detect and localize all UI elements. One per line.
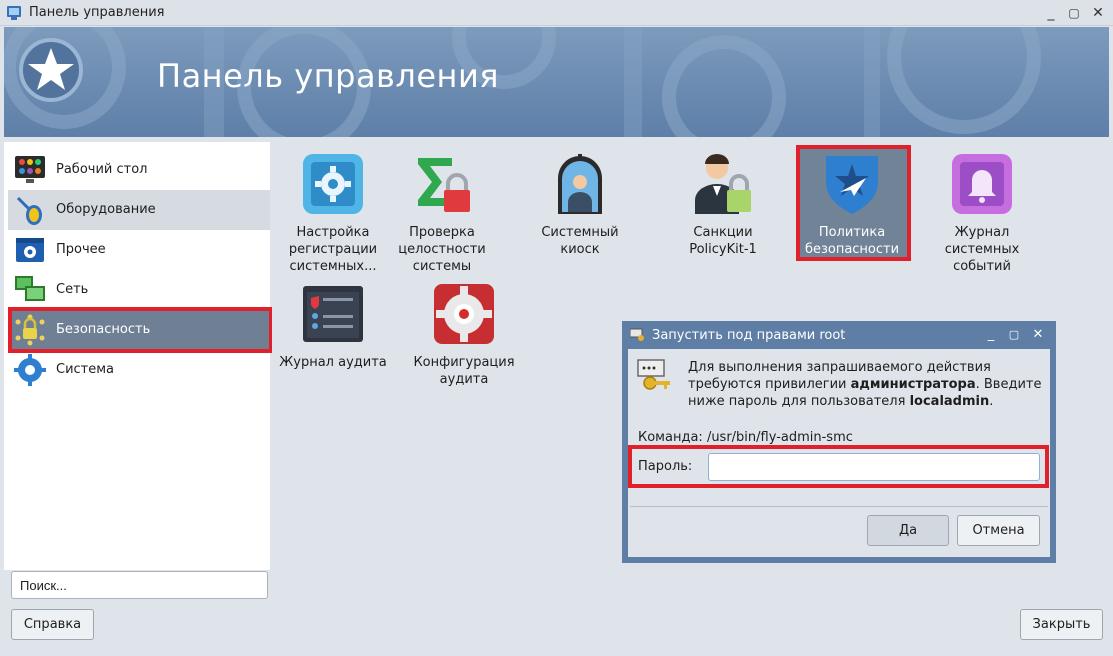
tile-system-events-log[interactable]: Журнал системных событий: [927, 146, 1037, 276]
dialog-separator: [630, 506, 1048, 507]
tile-label: Конфигурация аудита: [413, 355, 515, 387]
close-window-button[interactable]: ✕: [1088, 3, 1108, 23]
tile-audit-config[interactable]: Конфигурация аудита: [409, 276, 519, 388]
dialog-close-button[interactable]: ✕: [1029, 326, 1047, 344]
tile-security-policy[interactable]: Политика безопасности: [797, 146, 907, 276]
sidebar-item-label: Оборудование: [56, 202, 156, 217]
settings-window-icon: [16, 238, 44, 262]
dialog-titlebar: Запустить под правами root _ ▢ ✕: [622, 321, 1056, 349]
tile-system-kiosk[interactable]: Системный киоск: [525, 146, 635, 276]
header-banner: Панель управления: [4, 27, 1109, 137]
dialog-maximize-button[interactable]: ▢: [1005, 326, 1023, 344]
astra-star-logo: [19, 38, 83, 102]
dialog-body: Для выполнения запрашиваемого действия т…: [628, 349, 1050, 557]
close-button[interactable]: Закрыть: [1020, 609, 1103, 640]
keyring-icon: [637, 359, 670, 390]
sidebar-item-network[interactable]: Сеть: [8, 270, 270, 310]
key-badge-icon: [630, 328, 644, 341]
sidebar-item-label: Прочее: [56, 242, 106, 257]
sidebar-item-system[interactable]: Система: [8, 350, 270, 390]
command-value: /usr/bin/fly-admin-smc: [706, 430, 853, 445]
password-input[interactable]: [708, 453, 1040, 481]
gear-icon: [14, 354, 46, 386]
tile-label: Настройка регистрации системных...: [288, 225, 378, 274]
security-lock-icon: [15, 314, 45, 346]
tile-audit-log[interactable]: Журнал аудита: [278, 276, 388, 388]
shield-star-icon: [826, 156, 878, 214]
sidebar-item-other[interactable]: Прочее: [8, 230, 270, 270]
search-input[interactable]: [11, 571, 268, 599]
window-titlebar: Панель управления _ ▢ ✕: [0, 0, 1113, 26]
sidebar-item-desktop[interactable]: Рабочий стол: [8, 150, 270, 190]
sidebar-item-hardware[interactable]: Оборудование: [8, 190, 270, 230]
command-label: Команда:: [638, 430, 703, 445]
password-label: Пароль:: [638, 459, 693, 474]
tile-policykit-sanctions[interactable]: Санкции PolicyKit-1: [668, 146, 778, 276]
banner-title: Панель управления: [157, 57, 500, 95]
tile-label: Системный киоск: [541, 225, 619, 257]
dialog-title: Запустить под правами root: [652, 328, 846, 343]
tile-label: Политика безопасности: [804, 225, 900, 257]
sidebar-item-security[interactable]: Безопасность: [8, 310, 270, 350]
tile-label: Проверка целостности системы: [398, 225, 486, 274]
root-auth-dialog: Запустить под правами root _ ▢ ✕ Для вып…: [622, 321, 1056, 563]
help-button[interactable]: Справка: [11, 609, 94, 640]
window-title: Панель управления: [29, 5, 165, 20]
network-monitors-icon: [15, 276, 45, 301]
tile-log-settings[interactable]: Настройка регистрации системных...: [278, 146, 388, 276]
tile-label: Журнал системных событий: [944, 225, 1020, 274]
category-sidebar: Рабочий стол Оборудование Прочее Сеть Бе…: [4, 142, 270, 570]
cancel-button[interactable]: Отмена: [957, 515, 1040, 546]
sigma-lock-icon: [418, 158, 470, 212]
control-panel-app-icon: [7, 6, 21, 20]
audit-log-terminal-icon: [303, 286, 363, 342]
log-settings-gear-icon: [303, 154, 363, 214]
user-lock-icon: [695, 154, 751, 214]
sidebar-item-label: Сеть: [56, 282, 89, 297]
dialog-message: Для выполнения запрашиваемого действия т…: [688, 360, 1042, 409]
ok-button[interactable]: Да: [867, 515, 949, 546]
minimize-button[interactable]: _: [1041, 3, 1061, 23]
desktop-grid-icon: [15, 156, 45, 183]
maximize-button[interactable]: ▢: [1064, 3, 1084, 23]
audit-config-gear-icon: [434, 284, 494, 344]
tile-integrity-check[interactable]: Проверка целостности системы: [387, 146, 497, 276]
command-line: Команда: /usr/bin/fly-admin-smc: [638, 430, 853, 445]
sidebar-item-label: Система: [56, 362, 115, 377]
dialog-minimize-button[interactable]: _: [982, 326, 1000, 344]
mouse-icon: [16, 196, 42, 225]
sidebar-item-label: Рабочий стол: [56, 162, 148, 177]
sidebar-item-label: Безопасность: [56, 322, 151, 337]
tile-label: Санкции PolicyKit-1: [689, 225, 757, 257]
tile-label: Журнал аудита: [279, 355, 387, 370]
bell-event-log-icon: [952, 154, 1012, 214]
kiosk-user-icon: [558, 154, 602, 214]
